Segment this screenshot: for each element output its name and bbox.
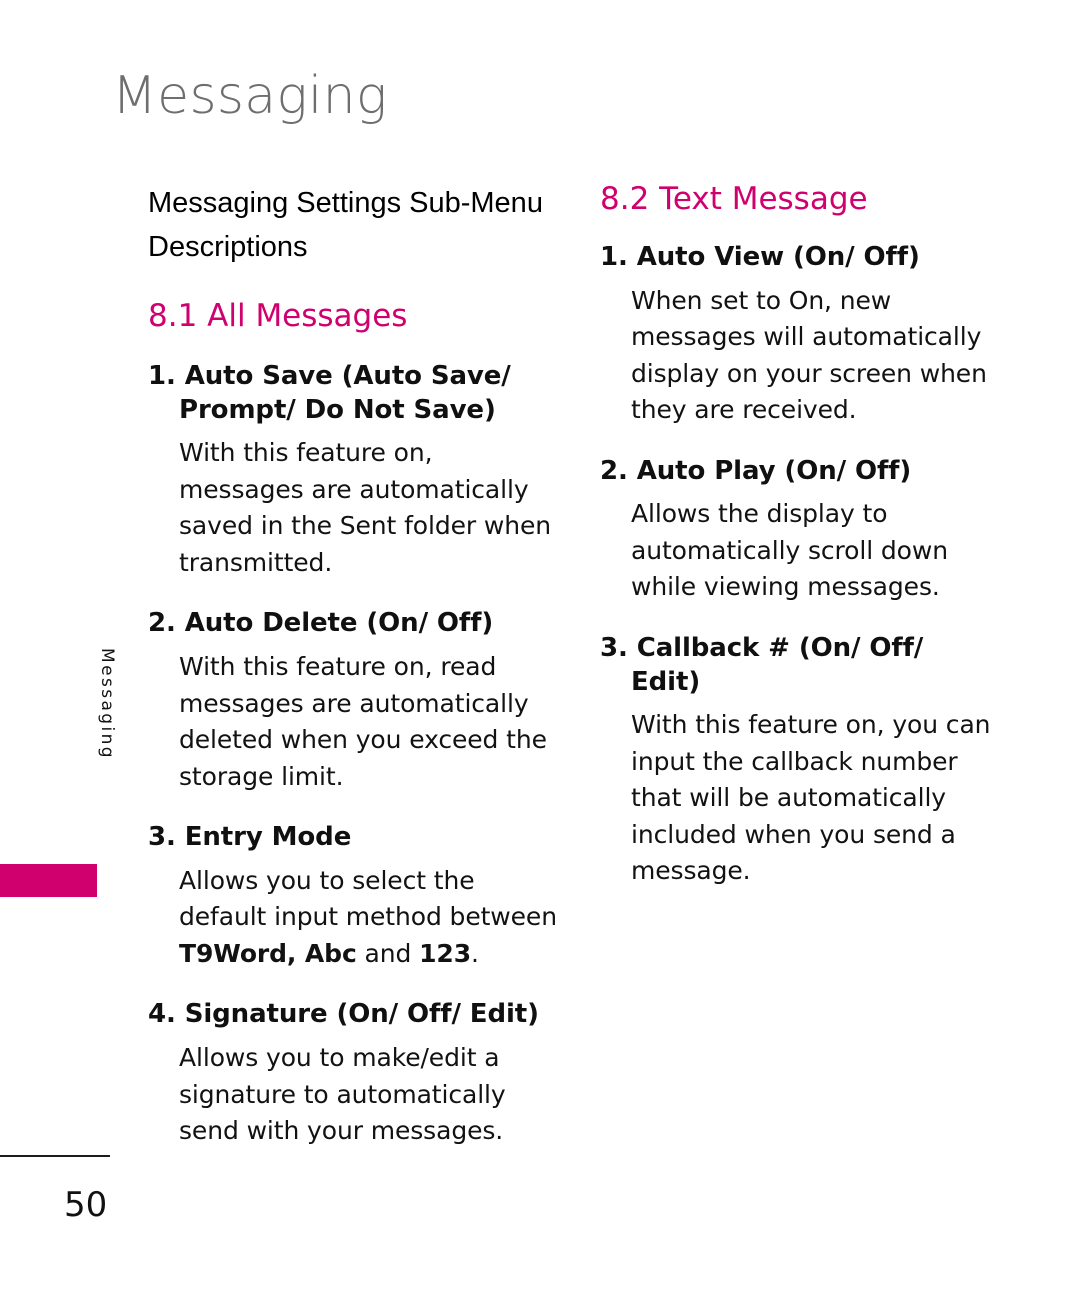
list-item-title: 3. Callback # (On/ Off/ Edit) <box>600 632 924 697</box>
side-tab-color-block <box>0 864 97 897</box>
list-item: 4. Signature (On/ Off/ Edit) Allows you … <box>148 998 560 1149</box>
list-item-title: 1. Auto View (On/ Off) <box>600 241 920 272</box>
list-item-title: 1. Auto Save (Auto Save/ Prompt/ Do Not … <box>148 360 511 425</box>
list-item-body: With this feature on, messages are autom… <box>179 438 552 577</box>
list-item-body: With this feature on, read messages are … <box>179 652 547 791</box>
list-item-title: 4. Signature (On/ Off/ Edit) <box>148 999 539 1030</box>
list-item-body: When set to On, new messages will automa… <box>631 285 987 425</box>
right-column: 8.2 Text Message 1. Auto View (On/ Off) … <box>600 182 1000 896</box>
list-item: 1. Auto Save (Auto Save/ Prompt/ Do Not … <box>148 360 560 582</box>
list-item: 2. Auto Delete (On/ Off) With this featu… <box>148 607 560 795</box>
sub-menu-descriptions-heading: Messaging Settings Sub-Menu Descriptions <box>148 187 543 263</box>
footer-divider <box>0 1155 110 1157</box>
page-title: Messaging <box>112 66 388 126</box>
side-tab-label: Messaging <box>97 648 117 760</box>
list-item: 3. Entry Mode Allows you to select the d… <box>148 821 560 972</box>
list-item-body: With this feature on, you can input the … <box>631 710 991 886</box>
left-column: Messaging Settings Sub-Menu Descriptions… <box>148 182 560 1156</box>
list-item: 1. Auto View (On/ Off) When set to On, n… <box>600 241 1000 429</box>
side-tab: Messaging <box>0 648 117 900</box>
list-item-title: 2. Auto Delete (On/ Off) <box>148 608 494 639</box>
page-number: 50 <box>64 1185 108 1225</box>
section-heading-8-1: 8.1 All Messages <box>148 298 408 334</box>
list-item-title: 3. Entry Mode <box>148 822 352 853</box>
list-item-body: Allows you to make/edit a signature to a… <box>179 1043 506 1146</box>
manual-page: Messaging Messaging Messaging Settings S… <box>0 0 1080 1295</box>
list-item: 3. Callback # (On/ Off/ Edit) With this … <box>600 632 1000 890</box>
list-item: 2. Auto Play (On/ Off) Allows the displa… <box>600 455 1000 606</box>
list-item-body: Allows the display to automatically scro… <box>631 499 948 602</box>
section-heading-8-2: 8.2 Text Message <box>600 181 868 217</box>
list-item-body: Allows you to select the default input m… <box>179 865 557 968</box>
list-item-title: 2. Auto Play (On/ Off) <box>600 455 912 486</box>
